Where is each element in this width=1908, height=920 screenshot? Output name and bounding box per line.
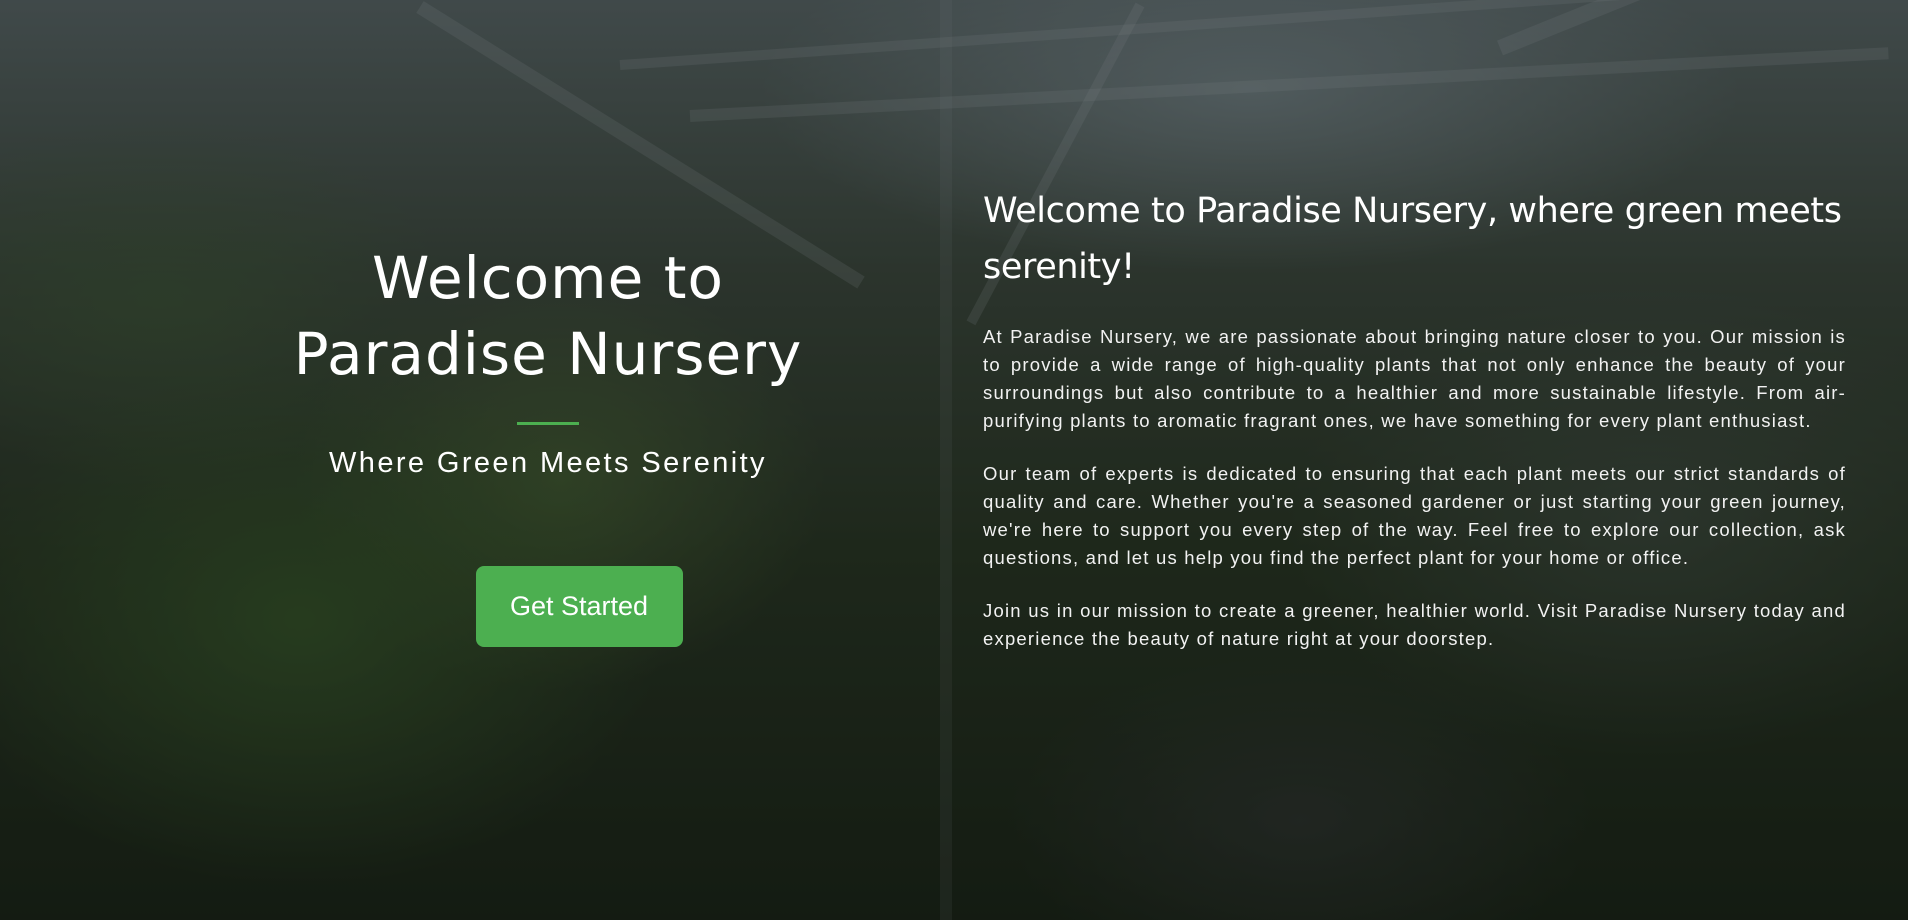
hero-divider: [517, 422, 579, 425]
get-started-button[interactable]: Get Started: [475, 566, 683, 647]
about-section: Welcome to Paradise Nursery, where green…: [983, 183, 1846, 678]
landing-page: Welcome to Paradise Nursery Where Green …: [0, 0, 1908, 920]
about-paragraph: Our team of experts is dedicated to ensu…: [983, 463, 1846, 568]
hero-title: Welcome to Paradise Nursery: [250, 240, 846, 392]
about-paragraph: At Paradise Nursery, we are passionate a…: [983, 326, 1846, 431]
hero-section: Welcome to Paradise Nursery Where Green …: [250, 240, 846, 647]
hero-title-line2: Paradise Nursery: [293, 320, 803, 388]
hero-title-line1: Welcome to: [372, 244, 724, 312]
about-paragraph: Join us in our mission to create a green…: [983, 600, 1846, 649]
hero-tagline: Where Green Meets Serenity: [329, 447, 767, 479]
about-heading: Welcome to Paradise Nursery, where green…: [983, 191, 1842, 287]
